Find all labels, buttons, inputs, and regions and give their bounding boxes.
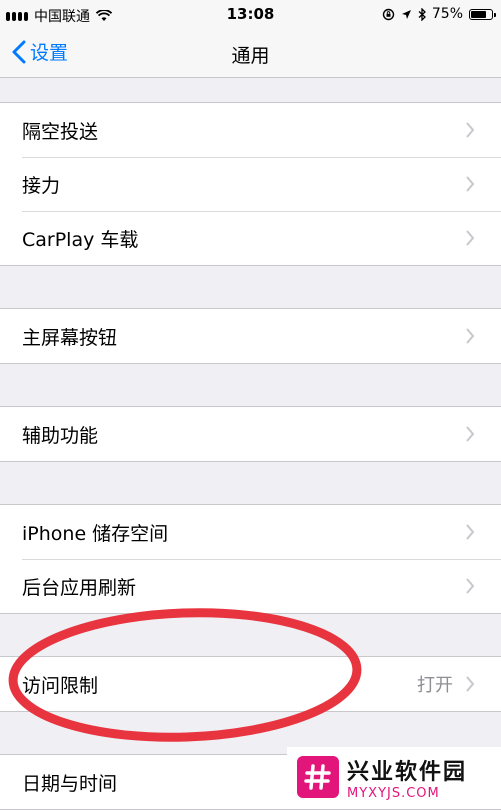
- page-title: 通用: [231, 45, 270, 67]
- row-restrictions[interactable]: 访问限制 打开: [0, 657, 501, 711]
- battery-level: [471, 10, 486, 18]
- row-label: 主屏幕按钮: [22, 326, 118, 349]
- row-label: 辅助功能: [22, 424, 99, 447]
- watermark-url: MYXYJS.COM: [347, 785, 440, 801]
- watermark-name: 兴业软件园: [347, 759, 468, 785]
- row-label: 后台应用刷新: [22, 576, 137, 599]
- bluetooth-icon: [418, 7, 426, 21]
- watermark-text: 兴业软件园 MYXYJS.COM: [347, 754, 467, 801]
- settings-group-1: 隔空投送 接力 CarPlay 车载: [0, 102, 501, 266]
- location-icon: [401, 9, 411, 19]
- row-iphone-storage[interactable]: iPhone 储存空间: [0, 505, 501, 559]
- chevron-right-icon: [466, 328, 475, 344]
- status-bar: 中国联通 13:08 75%: [0, 0, 501, 30]
- watermark-logo: [297, 756, 339, 798]
- chevron-right-icon: [466, 230, 475, 246]
- row-accessibility[interactable]: 辅助功能: [0, 407, 501, 461]
- rotation-lock-icon: [382, 8, 395, 20]
- row-label: 访问限制: [22, 674, 99, 697]
- row-label: 日期与时间: [22, 772, 118, 795]
- chevron-right-icon: [466, 524, 475, 540]
- settings-group-4: iPhone 储存空间 后台应用刷新: [0, 504, 501, 614]
- watermark: 兴业软件园 MYXYJS.COM: [287, 747, 501, 807]
- row-label: iPhone 储存空间: [22, 522, 169, 545]
- row-airdrop[interactable]: 隔空投送: [0, 103, 501, 157]
- chevron-right-icon: [466, 122, 475, 138]
- navigation-bar: 设置 通用: [0, 30, 501, 78]
- hash-icon: [304, 764, 331, 790]
- status-bar-right: 75%: [382, 6, 496, 22]
- settings-group-3: 辅助功能: [0, 406, 501, 462]
- battery-percent: 75%: [431, 6, 463, 22]
- chevron-right-icon: [466, 426, 475, 442]
- row-label: 接力: [22, 174, 61, 197]
- chevron-right-icon: [466, 676, 475, 692]
- row-label: CarPlay 车载: [22, 228, 139, 251]
- row-carplay[interactable]: CarPlay 车载: [0, 211, 501, 265]
- row-background-app-refresh[interactable]: 后台应用刷新: [0, 559, 501, 613]
- settings-group-5: 访问限制 打开: [0, 656, 501, 712]
- settings-group-2: 主屏幕按钮: [0, 308, 501, 364]
- row-home-button[interactable]: 主屏幕按钮: [0, 309, 501, 363]
- chevron-right-icon: [466, 578, 475, 594]
- settings-list: 隔空投送 接力 CarPlay 车载 主屏幕按钮 辅助功能 iPhone 储存空…: [0, 78, 501, 810]
- row-handoff[interactable]: 接力: [0, 157, 501, 211]
- battery-icon: [469, 8, 496, 20]
- chevron-right-icon: [466, 176, 475, 192]
- row-value: 打开: [417, 675, 453, 696]
- row-label: 隔空投送: [22, 120, 99, 143]
